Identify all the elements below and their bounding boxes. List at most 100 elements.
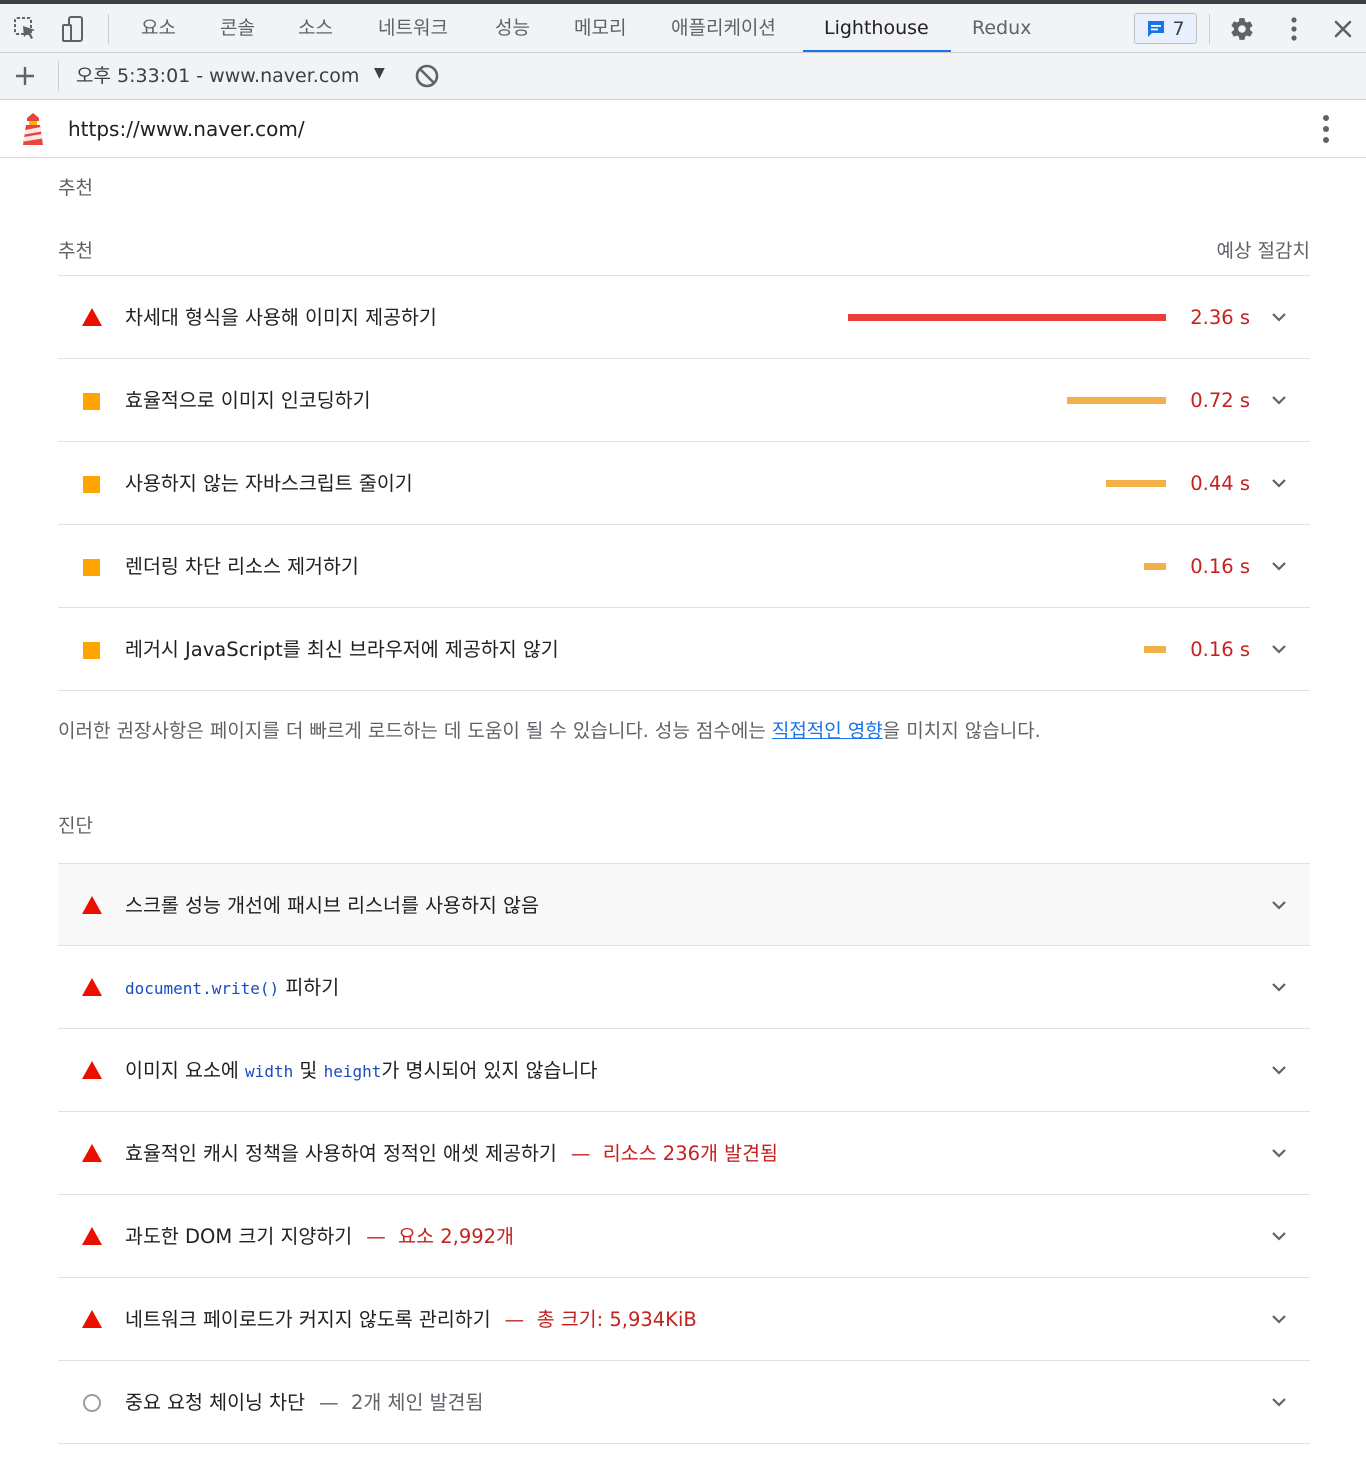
tab-network[interactable]: 네트워크 (378, 4, 448, 52)
diagnostic-title: 이미지 요소에 width 및 height가 명시되어 있지 않습니다 (125, 1029, 597, 1112)
tab-memory[interactable]: 메모리 (574, 4, 626, 52)
detail-separator: — (319, 1391, 339, 1414)
chevron-down-icon (1270, 1310, 1288, 1328)
chevron-down-icon (1270, 308, 1288, 326)
detail-separator: — (570, 1142, 591, 1165)
fail-triangle-icon (82, 1144, 102, 1162)
savings-value: 0.16 s (1190, 555, 1250, 578)
chevron-down-icon (1270, 978, 1288, 996)
active-tab-indicator (803, 50, 951, 52)
device-toolbar-icon[interactable] (58, 14, 88, 44)
diagnostic-title: 과도한 DOM 크기 지양하기 — 요소 2,992개 (125, 1195, 514, 1278)
average-square-icon (83, 642, 100, 659)
chevron-down-icon: ▼ (374, 65, 385, 81)
diagnostic-title: 중요 요청 체이닝 차단 — 2개 체인 발견됨 (125, 1361, 483, 1444)
tab-sources[interactable]: 소스 (298, 4, 333, 52)
opportunity-row[interactable]: 사용하지 않는 자바스크립트 줄이기 0.44 s (58, 442, 1310, 525)
diagnostic-title-text: 가 명시되어 있지 않습니다 (381, 1059, 598, 1082)
diagnostic-title-text: 과도한 DOM 크기 지양하기 (125, 1225, 353, 1248)
opportunity-title: 효율적으로 이미지 인코딩하기 (125, 389, 371, 412)
fail-triangle-icon (82, 1310, 102, 1328)
close-icon[interactable] (1328, 14, 1358, 44)
savings-value: 0.16 s (1190, 638, 1250, 661)
savings-value: 0.44 s (1190, 472, 1250, 495)
diagnostic-detail: 리소스 236개 발견됨 (602, 1142, 778, 1165)
tab-elements[interactable]: 요소 (141, 4, 176, 52)
chevron-down-icon (1270, 896, 1288, 914)
diagnostic-title: 네트워크 페이로드가 커지지 않도록 관리하기 — 총 크기: 5,934KiB (125, 1278, 697, 1361)
code-snippet: document.write() (125, 979, 280, 998)
tab-performance[interactable]: 성능 (495, 4, 530, 52)
diagnostic-detail: 요소 2,992개 (398, 1225, 514, 1248)
diagnostic-detail: 총 크기: 5,934KiB (536, 1308, 697, 1331)
issues-chat-icon (1148, 20, 1165, 37)
settings-gear-icon[interactable] (1227, 14, 1257, 44)
fail-triangle-icon (82, 978, 102, 996)
add-icon[interactable] (10, 61, 40, 91)
lighthouse-logo-icon (20, 112, 46, 146)
diagnostic-row[interactable]: 효율적인 캐시 정책을 사용하여 정적인 애셋 제공하기 — 리소스 236개 발… (58, 1112, 1310, 1195)
savings-bar (1106, 480, 1166, 487)
diagnostic-detail: 2개 체인 발견됨 (350, 1391, 484, 1414)
fail-triangle-icon (82, 1061, 102, 1079)
column-label-savings: 예상 절감치 (1216, 240, 1310, 262)
diagnostic-title-text: 스크롤 성능 개선에 패시브 리스너를 사용하지 않음 (125, 894, 539, 917)
code-snippet: height (323, 1062, 382, 1081)
chevron-down-icon (1270, 640, 1288, 658)
opportunity-title: 렌더링 차단 리소스 제거하기 (125, 555, 359, 578)
detail-separator: — (504, 1308, 525, 1331)
diagnostic-title-text: 및 (293, 1059, 324, 1082)
diagnostic-row[interactable]: 스크롤 성능 개선에 패시브 리스너를 사용하지 않음 (58, 863, 1310, 946)
diagnostic-title-text: 효율적인 캐시 정책을 사용하여 정적인 애셋 제공하기 (125, 1142, 557, 1165)
tab-console[interactable]: 콘솔 (220, 4, 255, 52)
inspect-element-icon[interactable] (11, 14, 41, 44)
report-url-bar: https://www.naver.com/ (0, 100, 1366, 158)
savings-bar (1144, 646, 1166, 653)
average-square-icon (83, 476, 100, 493)
more-vert-icon[interactable] (1320, 114, 1332, 148)
tab-redux[interactable]: Redux (972, 4, 1031, 52)
fail-triangle-icon (82, 896, 102, 914)
diagnostic-row[interactable]: 과도한 DOM 크기 지양하기 — 요소 2,992개 (58, 1195, 1310, 1278)
diagnostic-title: 스크롤 성능 개선에 패시브 리스너를 사용하지 않음 (125, 864, 539, 947)
average-square-icon (83, 559, 100, 576)
diagnostic-title: document.write() 피하기 (125, 946, 339, 1029)
lighthouse-toolbar: 오후 5:33:01 - www.naver.com ▼ (0, 53, 1366, 100)
opportunities-column-header: 추천 예상 절감치 (58, 224, 1310, 276)
opportunity-row[interactable]: 렌더링 차단 리소스 제거하기 0.16 s (58, 525, 1310, 608)
note-text: 이러한 권장사항은 페이지를 더 빠르게 로드하는 데 도움이 될 수 있습니다… (58, 720, 772, 742)
diagnostic-row[interactable]: 중요 요청 체이닝 차단 — 2개 체인 발견됨 (58, 1361, 1310, 1444)
issues-count: 7 (1172, 17, 1185, 40)
chevron-down-icon (1270, 1061, 1288, 1079)
savings-bar (1144, 563, 1166, 570)
opportunity-title: 차세대 형식을 사용해 이미지 제공하기 (125, 306, 437, 329)
chevron-down-icon (1270, 1144, 1288, 1162)
diagnostic-title-text: 중요 요청 체이닝 차단 (125, 1391, 306, 1414)
diagnostic-title-text: 피하기 (279, 976, 340, 999)
chevron-down-icon (1270, 557, 1288, 575)
direct-impact-link[interactable]: 직접적인 영향 (772, 720, 883, 742)
report-run-select[interactable]: 오후 5:33:01 - www.naver.com (76, 53, 359, 100)
opportunity-row[interactable]: 효율적으로 이미지 인코딩하기 0.72 s (58, 359, 1310, 442)
opportunity-row[interactable]: 차세대 형식을 사용해 이미지 제공하기 2.36 s (58, 276, 1310, 359)
chevron-down-icon (1270, 474, 1288, 492)
diagnostic-row[interactable]: 이미지 요소에 width 및 height가 명시되어 있지 않습니다 (58, 1029, 1310, 1112)
diagnostic-title-text: 이미지 요소에 (125, 1059, 246, 1082)
tab-application[interactable]: 애플리케이션 (671, 4, 776, 52)
informative-circle-icon (83, 1394, 101, 1412)
diagnostic-title: 효율적인 캐시 정책을 사용하여 정적인 애셋 제공하기 — 리소스 236개 발… (125, 1112, 778, 1195)
section-title-opportunities: 추천 (58, 177, 93, 199)
average-square-icon (83, 393, 100, 410)
diagnostic-row[interactable]: document.write() 피하기 (58, 946, 1310, 1029)
opportunity-row[interactable]: 레거시 JavaScript를 최신 브라우저에 제공하지 않기 0.16 s (58, 608, 1310, 691)
savings-bar (1067, 397, 1166, 404)
clear-icon[interactable] (412, 61, 442, 91)
more-vert-icon[interactable] (1279, 14, 1309, 44)
column-label-opportunity: 추천 (58, 240, 93, 262)
issues-button[interactable]: 7 (1134, 13, 1197, 44)
diagnostic-row[interactable]: 네트워크 페이로드가 커지지 않도록 관리하기 — 총 크기: 5,934KiB (58, 1278, 1310, 1361)
opportunities-note: 이러한 권장사항은 페이지를 더 빠르게 로드하는 데 도움이 될 수 있습니다… (58, 716, 1041, 743)
tab-lighthouse[interactable]: Lighthouse (824, 4, 929, 52)
section-title-diagnostics: 진단 (58, 815, 93, 837)
report-url[interactable]: https://www.naver.com/ (68, 100, 305, 158)
